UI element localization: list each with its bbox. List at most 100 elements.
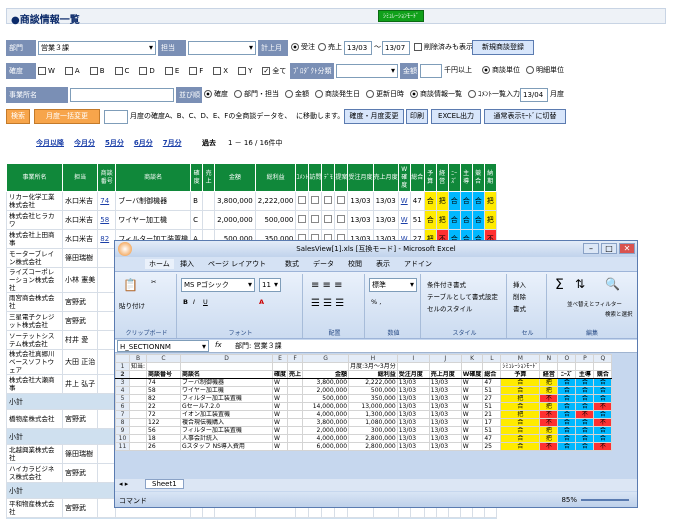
- cell[interactable]: 不: [593, 442, 613, 451]
- cell[interactable]: [128, 378, 148, 387]
- cell[interactable]: 14,000,000: [302, 402, 350, 411]
- column-header[interactable]: L: [482, 354, 502, 363]
- cell[interactable]: 26: [146, 442, 182, 451]
- kakudo-check-5[interactable]: E: [164, 67, 179, 75]
- column-header[interactable]: I: [396, 354, 430, 363]
- formula-input[interactable]: 部門: 営業３課: [235, 341, 282, 351]
- cell[interactable]: [482, 362, 502, 371]
- cell[interactable]: [287, 434, 304, 443]
- cell[interactable]: 合: [500, 378, 541, 387]
- kakudo-check-1[interactable]: A: [64, 67, 80, 75]
- juchu-month-cell[interactable]: 13/03: [347, 210, 374, 230]
- cell[interactable]: 合: [575, 378, 595, 387]
- cell[interactable]: [287, 418, 304, 427]
- cell[interactable]: 合: [575, 402, 595, 411]
- cell[interactable]: 合: [500, 434, 541, 443]
- office-input[interactable]: [70, 88, 174, 102]
- search-button[interactable]: 検索: [6, 109, 30, 124]
- kakudo-check-7[interactable]: X: [213, 67, 228, 75]
- cell[interactable]: 1,080,000: [348, 418, 398, 427]
- cell[interactable]: 合: [575, 386, 595, 395]
- cell[interactable]: [460, 362, 484, 371]
- col-header[interactable]: W確度: [397, 163, 411, 192]
- cell[interactable]: 13/03: [396, 434, 430, 443]
- cell[interactable]: 13/03: [396, 410, 430, 419]
- cell[interactable]: 13/03: [428, 426, 462, 435]
- column-header[interactable]: H: [348, 354, 398, 363]
- cell[interactable]: [180, 362, 274, 371]
- cell[interactable]: [539, 362, 559, 371]
- cell[interactable]: 把: [539, 426, 559, 435]
- cell[interactable]: Gスタッフ NS導入費用: [180, 442, 274, 451]
- col-header[interactable]: ﾆｰｽﾞ: [447, 163, 461, 192]
- cell[interactable]: 商談番号: [146, 370, 182, 379]
- row-header[interactable]: 10: [115, 434, 130, 443]
- cell[interactable]: 500,000: [302, 394, 350, 403]
- cell[interactable]: W: [272, 410, 289, 419]
- column-header[interactable]: M: [500, 354, 541, 363]
- cell[interactable]: 25: [482, 442, 502, 451]
- cell[interactable]: 予算: [500, 370, 541, 379]
- amount-input[interactable]: [420, 64, 442, 78]
- sort-option-4[interactable]: 更新日時: [366, 90, 404, 98]
- kakudo-check-4[interactable]: D: [139, 67, 155, 75]
- cell[interactable]: W: [460, 442, 484, 451]
- cell[interactable]: 4,000,000: [302, 434, 350, 443]
- cell[interactable]: 売上: [287, 370, 304, 379]
- kakudo-month-change-button[interactable]: 確度・月度変更: [344, 109, 404, 124]
- cell[interactable]: W: [460, 426, 484, 435]
- col-header[interactable]: ﾃﾞﾓ: [321, 163, 336, 192]
- menu-tab-2[interactable]: ページ レイアウト: [208, 259, 266, 269]
- cell[interactable]: 51: [482, 402, 502, 411]
- cell[interactable]: [128, 418, 148, 427]
- minimize-icon[interactable]: –: [583, 243, 599, 254]
- kakudo-check-9[interactable]: 全て: [262, 67, 286, 75]
- cell[interactable]: 合: [500, 426, 541, 435]
- cell[interactable]: 金額: [302, 370, 350, 379]
- column-header[interactable]: J: [428, 354, 462, 363]
- cell[interactable]: 合: [557, 434, 577, 443]
- cell[interactable]: 17: [482, 418, 502, 427]
- cell[interactable]: 知当:: [128, 362, 148, 371]
- cell[interactable]: 2,000,000: [302, 426, 350, 435]
- paste-label[interactable]: 貼り付け: [119, 300, 145, 310]
- column-header[interactable]: D: [180, 354, 274, 363]
- cell[interactable]: 72: [146, 410, 182, 419]
- cell[interactable]: W: [460, 402, 484, 411]
- cell[interactable]: 合: [593, 386, 613, 395]
- cell[interactable]: 3,800,000: [302, 418, 350, 427]
- cell[interactable]: [128, 442, 148, 451]
- row-header[interactable]: 7: [115, 410, 130, 419]
- row-header[interactable]: 8: [115, 418, 130, 427]
- sort-option-0[interactable]: 確度: [204, 90, 228, 98]
- new-deal-button[interactable]: 新規商談登録: [472, 40, 534, 55]
- print-button[interactable]: 印刷: [406, 109, 428, 124]
- sort-option-1[interactable]: 部門・担当: [234, 90, 279, 98]
- find-icon[interactable]: 🔍: [605, 277, 620, 291]
- cell[interactable]: [287, 378, 304, 387]
- row-header[interactable]: 6: [115, 402, 130, 411]
- activity-check[interactable]: [321, 210, 336, 230]
- sort-option-3[interactable]: 商談発生日: [315, 90, 360, 98]
- cut-icon[interactable]: ✂: [151, 278, 156, 286]
- insert-cell-item[interactable]: 挿入: [513, 279, 526, 289]
- cell[interactable]: W: [272, 434, 289, 443]
- product-select[interactable]: [336, 64, 398, 78]
- row-header[interactable]: 3: [115, 378, 130, 387]
- radio-detail-unit[interactable]: 明細単位: [526, 65, 564, 75]
- cell[interactable]: 不: [539, 418, 559, 427]
- view-option-0[interactable]: 商談情報一覧: [410, 90, 462, 98]
- cell[interactable]: 22: [146, 402, 182, 411]
- cell[interactable]: 不: [575, 410, 595, 419]
- cell[interactable]: W: [272, 402, 289, 411]
- column-header[interactable]: F: [287, 354, 304, 363]
- cell[interactable]: 13/03: [428, 442, 462, 451]
- cell[interactable]: W: [272, 442, 289, 451]
- cell[interactable]: フィルター加工装置機: [180, 394, 274, 403]
- cell[interactable]: W: [272, 426, 289, 435]
- italic-icon[interactable]: I: [193, 298, 195, 306]
- excel-output-button[interactable]: EXCEL出力: [431, 109, 481, 124]
- cell[interactable]: 合: [557, 402, 577, 411]
- menu-tab-5[interactable]: 校閲: [348, 259, 362, 269]
- kakudo-check-3[interactable]: C: [114, 67, 129, 75]
